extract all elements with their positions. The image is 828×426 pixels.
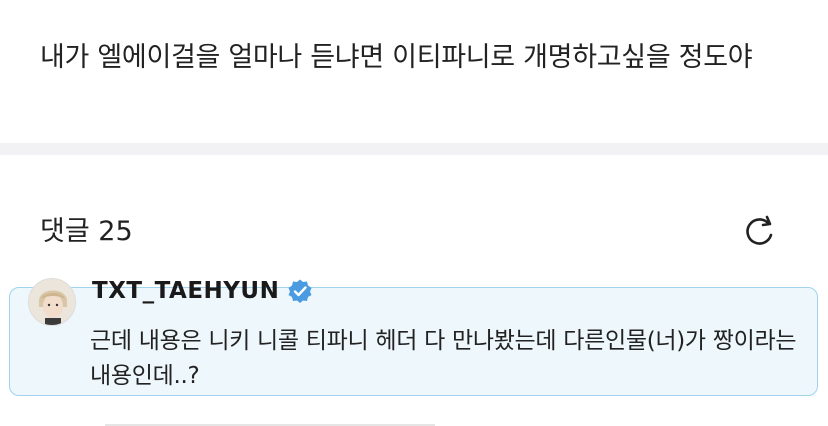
avatar-image (29, 279, 75, 325)
verified-badge-icon (288, 279, 312, 303)
refresh-icon (746, 215, 773, 245)
section-divider (0, 143, 828, 155)
comment-author-row: TXT_TAEHYUN (92, 278, 313, 304)
post-text: 내가 엘에이걸을 얼마나 듣냐면 이티파니로 개명하고싶을 정도야 (40, 42, 753, 73)
post-body: 내가 엘에이걸을 얼마나 듣냐면 이티파니로 개명하고싶을 정도야 (0, 0, 828, 143)
comments-count-title: 댓글 25 (40, 216, 133, 247)
refresh-button[interactable] (740, 213, 780, 253)
avatar[interactable] (28, 278, 76, 326)
comment-text: 근데 내용은 니키 니콜 티파니 헤더 다 만나봤는데 다른인물(너)가 짱이라… (90, 328, 797, 389)
highlighted-comment[interactable]: TXT_TAEHYUN 근데 내용은 니키 니콜 티파니 헤더 다 만나봤는데 … (9, 278, 818, 396)
comments-header: 댓글 25 (0, 155, 828, 275)
comment-username[interactable]: TXT_TAEHYUN (92, 278, 279, 304)
